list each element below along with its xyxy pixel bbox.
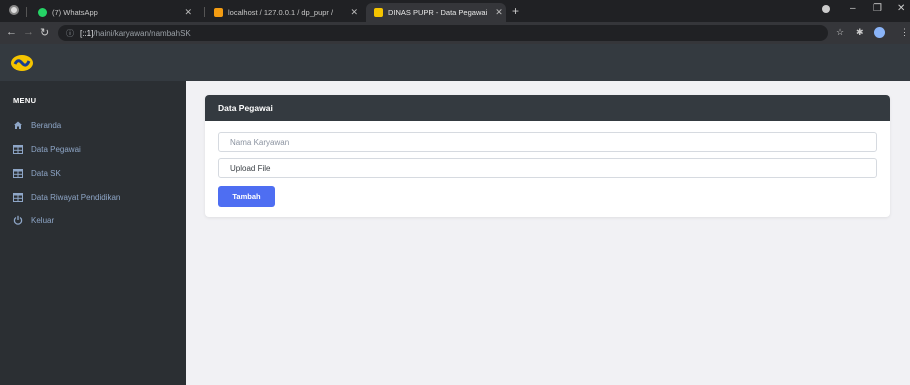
nama-karyawan-placeholder: Nama Karyawan xyxy=(230,137,290,147)
bookmark-star-icon[interactable]: ☆ xyxy=(836,27,844,38)
sidebar-item-keluar[interactable]: Keluar xyxy=(13,213,54,227)
url-host: [::1] xyxy=(80,28,94,38)
power-icon xyxy=(13,215,23,225)
sidebar-item-data-riwayat-pendidikan[interactable]: Data Riwayat Pendidikan xyxy=(13,190,120,204)
table-icon xyxy=(13,168,23,178)
forward-icon[interactable]: → xyxy=(23,26,34,38)
table-icon xyxy=(13,144,23,154)
nama-karyawan-input[interactable]: Nama Karyawan xyxy=(218,132,877,152)
tab-label: localhost / 127.0.0.1 / dp_pupr / xyxy=(228,8,334,17)
upload-file-label: Upload File xyxy=(230,163,271,173)
upload-file-input[interactable]: Upload File xyxy=(218,158,877,178)
pupr-icon xyxy=(374,8,383,17)
tambah-button[interactable]: Tambah xyxy=(218,186,275,207)
browser-menu-icon[interactable]: ⋮ xyxy=(900,27,909,38)
close-tab-icon[interactable]: ✕ xyxy=(487,7,503,18)
sidebar-item-label: Keluar xyxy=(31,215,55,225)
url-path: /haini/karyawan/nambahSK xyxy=(93,28,191,38)
sidebar-item-data-sk[interactable]: Data SK xyxy=(13,166,61,180)
chrome-profile-icon[interactable] xyxy=(9,5,19,15)
sidebar-item-beranda[interactable]: Beranda xyxy=(13,118,61,132)
main-content: Data Pegawai Nama Karyawan Upload File T… xyxy=(186,81,910,385)
profile-avatar-icon[interactable] xyxy=(874,27,885,38)
pupr-logo-icon[interactable] xyxy=(10,54,34,72)
home-icon xyxy=(13,120,23,130)
record-icon[interactable] xyxy=(822,5,830,13)
close-window-icon[interactable]: ✕ xyxy=(897,3,905,14)
tab-label: DINAS PUPR - Data Pegawai xyxy=(388,8,488,17)
sidebar-item-data-pegawai[interactable]: Data Pegawai xyxy=(13,142,81,156)
browser-toolbar: ← → ↻ ⓘ [::1] /haini/karyawan/nambahSK ☆… xyxy=(0,22,910,44)
extensions-icon[interactable]: ✱ xyxy=(856,27,864,38)
maximize-icon[interactable]: ❐ xyxy=(873,3,882,14)
tab-whatsapp[interactable]: (7) WhatsApp ✕ xyxy=(30,3,200,22)
app-header xyxy=(0,44,910,81)
back-icon[interactable]: ← xyxy=(6,26,17,38)
address-bar[interactable]: ⓘ [::1] /haini/karyawan/nambahSK xyxy=(58,25,828,41)
browser-chrome: (7) WhatsApp ✕ localhost / 127.0.0.1 / d… xyxy=(0,0,910,44)
form-card: Data Pegawai Nama Karyawan Upload File T… xyxy=(205,95,890,217)
tab-phpmyadmin[interactable]: localhost / 127.0.0.1 / dp_pupr / ✕ xyxy=(206,3,366,22)
tab-label: (7) WhatsApp xyxy=(52,8,98,17)
close-tab-icon[interactable]: ✕ xyxy=(342,7,358,18)
phpmyadmin-icon xyxy=(214,8,223,17)
sidebar-item-label: Beranda xyxy=(31,120,62,130)
close-tab-icon[interactable]: ✕ xyxy=(176,7,192,18)
info-icon: ⓘ xyxy=(66,28,74,38)
new-tab-icon[interactable]: + xyxy=(512,4,519,18)
reload-icon[interactable]: ↻ xyxy=(40,26,49,39)
tab-strip: (7) WhatsApp ✕ localhost / 127.0.0.1 / d… xyxy=(0,0,910,22)
sidebar: MENU Beranda Data Pegawai Data SK Data R… xyxy=(0,81,186,385)
sidebar-item-label: Data Pegawai xyxy=(31,144,81,154)
tab-dinas-pupr[interactable]: DINAS PUPR - Data Pegawai ✕ xyxy=(366,3,506,22)
minimize-icon[interactable]: – xyxy=(850,3,856,14)
sidebar-item-label: Data Riwayat Pendidikan xyxy=(31,192,121,202)
card-title: Data Pegawai xyxy=(205,95,890,121)
menu-title: MENU xyxy=(13,96,37,105)
whatsapp-icon xyxy=(38,8,47,17)
sidebar-item-label: Data SK xyxy=(31,168,61,178)
table-icon xyxy=(13,192,23,202)
